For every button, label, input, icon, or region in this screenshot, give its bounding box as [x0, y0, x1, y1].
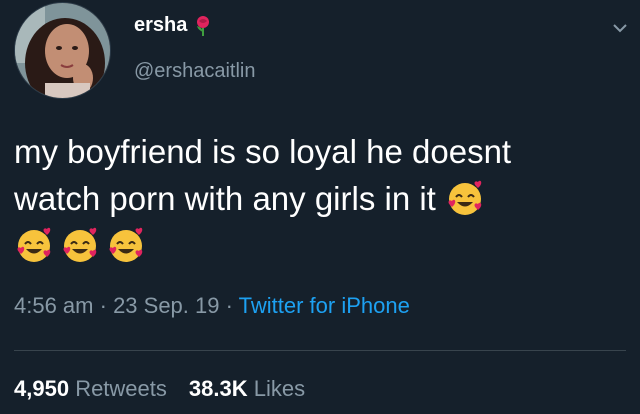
smiling-face-with-hearts-emoji [17, 227, 51, 262]
likes-label: Likes [253, 376, 306, 401]
smiling-face-with-hearts-emoji [63, 227, 97, 262]
tweet-date[interactable]: 23 Sep. 19 [113, 293, 219, 318]
smiling-face-with-hearts-emoji [109, 227, 143, 262]
meta-separator: · [219, 293, 239, 318]
rose-icon [193, 15, 213, 37]
tweet-text-line-2: watch porn with any girls in it [14, 175, 626, 222]
tweet-metadata: 4:56 am · 23 Sep. 19 · Twitter for iPhon… [14, 293, 410, 319]
likes-count: 38.3K [188, 376, 248, 401]
retweets-label: Retweets [75, 376, 167, 401]
meta-separator: · [93, 293, 114, 318]
likes-stat[interactable]: 38.3K Likes [189, 376, 305, 401]
display-name[interactable]: ersha [134, 14, 187, 37]
tweet-text-line-1: my boyfriend is so loyal he doesnt [14, 133, 512, 170]
smiling-face-with-hearts-emoji [448, 180, 482, 215]
user-name-row[interactable]: ersha [134, 14, 213, 37]
avatar[interactable] [14, 2, 111, 99]
tweet-text-line-2-text: watch porn with any girls in it [14, 180, 436, 217]
divider [14, 350, 626, 351]
tweet-emoji-row [14, 222, 626, 269]
user-handle[interactable]: @ershacaitlin [134, 60, 255, 83]
tweet-source-link[interactable]: Twitter for iPhone [239, 293, 410, 318]
tweet-text: my boyfriend is so loyal he doesnt watch… [14, 128, 626, 269]
avatar-photo [15, 3, 110, 98]
retweets-count: 4,950 [14, 376, 70, 401]
tweet-time[interactable]: 4:56 am [14, 293, 94, 318]
chevron-down-icon[interactable] [612, 22, 628, 34]
engagement-stats: 4,950 Retweets 38.3K Likes [14, 376, 305, 402]
retweets-stat[interactable]: 4,950 Retweets [14, 376, 167, 401]
